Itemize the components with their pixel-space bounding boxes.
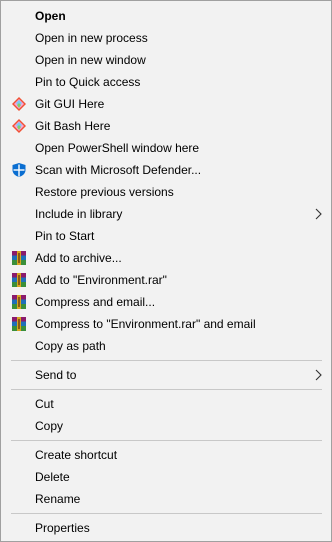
winrar-icon	[11, 272, 27, 288]
menu-item-open[interactable]: Open	[2, 5, 330, 27]
menu-separator	[11, 513, 322, 514]
menu-item-copy-as-path[interactable]: Copy as path	[2, 335, 330, 357]
git-gui-icon	[11, 96, 27, 112]
menu-item-label: Compress and email...	[35, 295, 156, 309]
menu-item-add-to-archive[interactable]: Add to archive...	[2, 247, 330, 269]
menu-item-open-in-new-window[interactable]: Open in new window	[2, 49, 330, 71]
menu-item-label: Create shortcut	[35, 448, 118, 462]
menu-item-label: Git Bash Here	[35, 119, 111, 133]
menu-item-label: Open PowerShell window here	[35, 141, 200, 155]
menu-item-label: Restore previous versions	[35, 185, 174, 199]
menu-item-rename[interactable]: Rename	[2, 488, 330, 510]
menu-separator	[11, 440, 322, 441]
winrar-icon	[11, 316, 27, 332]
menu-item-pin-to-quick-access[interactable]: Pin to Quick access	[2, 71, 330, 93]
menu-item-label: Cut	[35, 397, 54, 411]
menu-item-scan-with-defender[interactable]: Scan with Microsoft Defender...	[2, 159, 330, 181]
menu-item-copy[interactable]: Copy	[2, 415, 330, 437]
menu-item-label: Include in library	[35, 207, 123, 221]
menu-item-label: Copy as path	[35, 339, 106, 353]
menu-item-add-to-environment-rar[interactable]: Add to "Environment.rar"	[2, 269, 330, 291]
menu-item-compress-and-email[interactable]: Compress and email...	[2, 291, 330, 313]
menu-item-create-shortcut[interactable]: Create shortcut	[2, 444, 330, 466]
menu-item-git-bash-here[interactable]: Git Bash Here	[2, 115, 330, 137]
git-bash-icon	[11, 118, 27, 134]
menu-item-send-to[interactable]: Send to	[2, 364, 330, 386]
menu-item-label: Rename	[35, 492, 81, 506]
menu-item-include-in-library[interactable]: Include in library	[2, 203, 330, 225]
defender-shield-icon	[11, 162, 27, 178]
menu-item-label: Pin to Quick access	[35, 75, 141, 89]
menu-item-pin-to-start[interactable]: Pin to Start	[2, 225, 330, 247]
chevron-right-icon	[314, 208, 322, 220]
menu-item-delete[interactable]: Delete	[2, 466, 330, 488]
menu-item-properties[interactable]: Properties	[2, 517, 330, 539]
menu-item-label: Scan with Microsoft Defender...	[35, 163, 202, 177]
menu-item-label: Open in new process	[35, 31, 148, 45]
menu-item-label: Properties	[35, 521, 90, 535]
menu-item-label: Delete	[35, 470, 70, 484]
menu-item-label: Add to "Environment.rar"	[35, 273, 167, 287]
menu-item-label: Open	[35, 9, 66, 23]
menu-item-open-powershell[interactable]: Open PowerShell window here	[2, 137, 330, 159]
menu-item-label: Send to	[35, 368, 77, 382]
menu-item-compress-to-environment-rar-and-email[interactable]: Compress to "Environment.rar" and email	[2, 313, 330, 335]
chevron-right-icon	[314, 369, 322, 381]
menu-item-label: Compress to "Environment.rar" and email	[35, 317, 256, 331]
menu-item-label: Pin to Start	[35, 229, 95, 243]
menu-item-label: Git GUI Here	[35, 97, 105, 111]
menu-item-restore-previous-versions[interactable]: Restore previous versions	[2, 181, 330, 203]
winrar-icon	[11, 294, 27, 310]
menu-separator	[11, 389, 322, 390]
menu-item-git-gui-here[interactable]: Git GUI Here	[2, 93, 330, 115]
winrar-icon	[11, 250, 27, 266]
menu-item-open-in-new-process[interactable]: Open in new process	[2, 27, 330, 49]
context-menu: Open Open in new process Open in new win…	[0, 0, 332, 542]
menu-item-label: Open in new window	[35, 53, 146, 67]
menu-separator	[11, 360, 322, 361]
menu-item-label: Add to archive...	[35, 251, 122, 265]
menu-item-label: Copy	[35, 419, 64, 433]
menu-item-cut[interactable]: Cut	[2, 393, 330, 415]
